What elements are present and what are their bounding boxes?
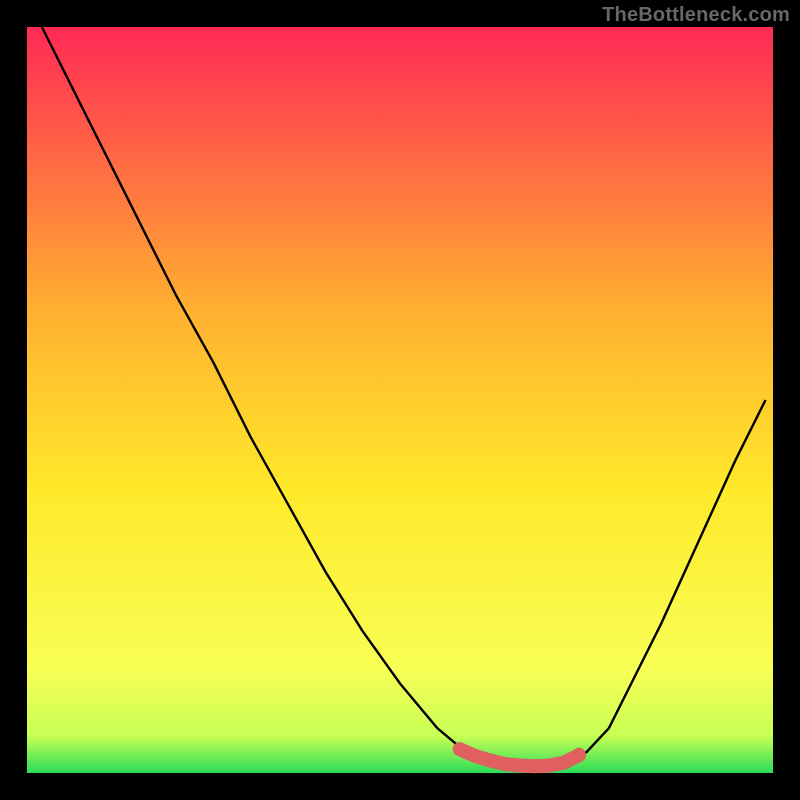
watermark-text: TheBottleneck.com [602,4,790,27]
plot-area [27,27,773,773]
chart-container: TheBottleneck.com [0,0,800,800]
bottleneck-chart [0,0,800,800]
optimal-end-dot [573,748,585,760]
